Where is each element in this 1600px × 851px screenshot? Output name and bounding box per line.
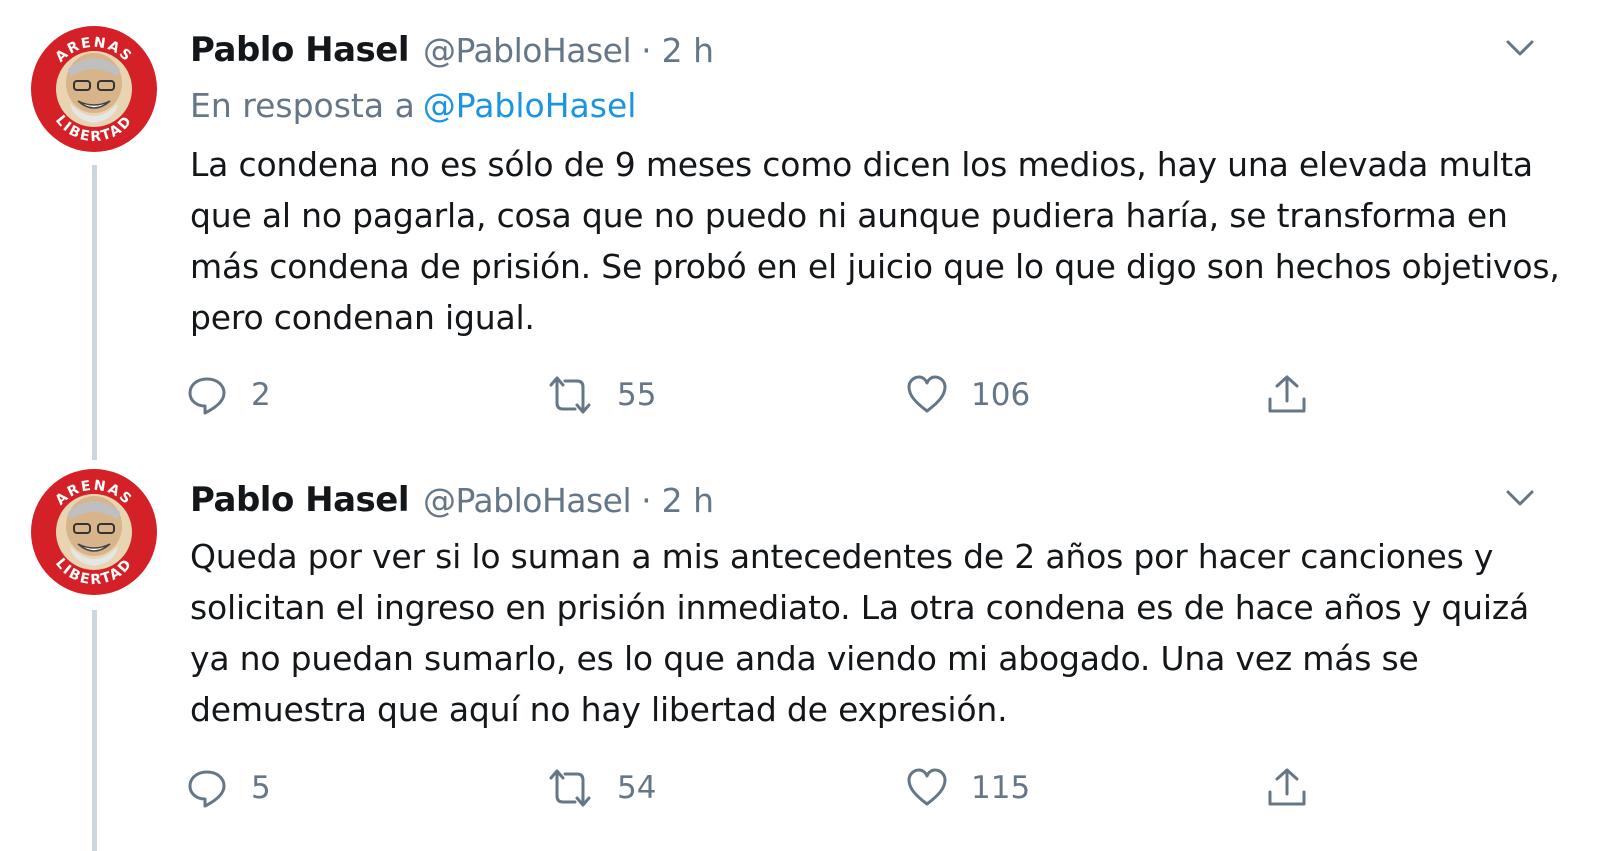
share-icon <box>1268 375 1306 413</box>
like-count: 115 <box>971 770 1031 806</box>
like-button[interactable]: 106 <box>905 370 1030 420</box>
author-name[interactable]: Pablo Hasel <box>190 30 410 70</box>
reply-icon <box>188 770 226 808</box>
tweet-text: La condena no es sólo de 9 meses como di… <box>190 145 1560 337</box>
tweet-header: Pablo Hasel @PabloHasel · 2 h <box>190 478 714 522</box>
tweet-actions: 2 55 106 <box>185 370 1545 420</box>
author-name[interactable]: Pablo Hasel <box>190 480 410 520</box>
tweet[interactable]: ARENAS LIBERTAD Pablo Hasel @PabloHasel … <box>0 0 1600 460</box>
thread-connector <box>92 165 97 460</box>
author-handle[interactable]: @PabloHasel <box>423 31 632 70</box>
like-count: 106 <box>971 377 1031 413</box>
like-button[interactable]: 115 <box>905 763 1030 813</box>
separator-dot: · <box>641 30 652 70</box>
retweet-count: 55 <box>617 377 657 413</box>
tweet-header: Pablo Hasel @PabloHasel · 2 h <box>190 28 714 72</box>
retweet-button[interactable]: 55 <box>545 370 656 420</box>
retweet-count: 54 <box>617 770 657 806</box>
reply-count: 2 <box>251 377 271 413</box>
tweet-thread: ARENAS LIBERTAD Pablo Hasel @PabloHasel … <box>0 0 1600 851</box>
reply-context: En resposta a @PabloHasel <box>190 86 636 125</box>
share-button[interactable] <box>1265 370 1309 420</box>
reply-prefix: En resposta a <box>190 86 415 125</box>
author-handle[interactable]: @PabloHasel <box>423 481 632 520</box>
avatar[interactable]: ARENAS LIBERTAD <box>30 468 158 596</box>
retweet-icon <box>549 769 591 807</box>
separator-dot: · <box>641 480 652 520</box>
chevron-down-icon[interactable] <box>1500 484 1540 512</box>
avatar[interactable]: ARENAS LIBERTAD <box>30 25 158 153</box>
timestamp[interactable]: 2 h <box>662 481 714 520</box>
reply-icon <box>188 377 226 415</box>
retweet-icon <box>549 376 591 414</box>
reply-button[interactable]: 2 <box>185 370 271 420</box>
tweet-actions: 5 54 115 <box>185 763 1545 813</box>
timestamp[interactable]: 2 h <box>662 31 714 70</box>
tweet-text: Queda por ver si lo suman a mis antecede… <box>190 537 1529 729</box>
share-button[interactable] <box>1265 763 1309 813</box>
reply-button[interactable]: 5 <box>185 763 271 813</box>
heart-icon <box>907 768 947 806</box>
reply-count: 5 <box>251 770 271 806</box>
heart-icon <box>907 375 947 413</box>
share-icon <box>1268 768 1306 806</box>
tweet[interactable]: ARENAS LIBERTAD Pablo Hasel @PabloHasel … <box>0 460 1600 851</box>
retweet-button[interactable]: 54 <box>545 763 656 813</box>
thread-connector <box>92 610 97 851</box>
chevron-down-icon[interactable] <box>1500 34 1540 62</box>
reply-mention-link[interactable]: @PabloHasel <box>423 86 637 125</box>
